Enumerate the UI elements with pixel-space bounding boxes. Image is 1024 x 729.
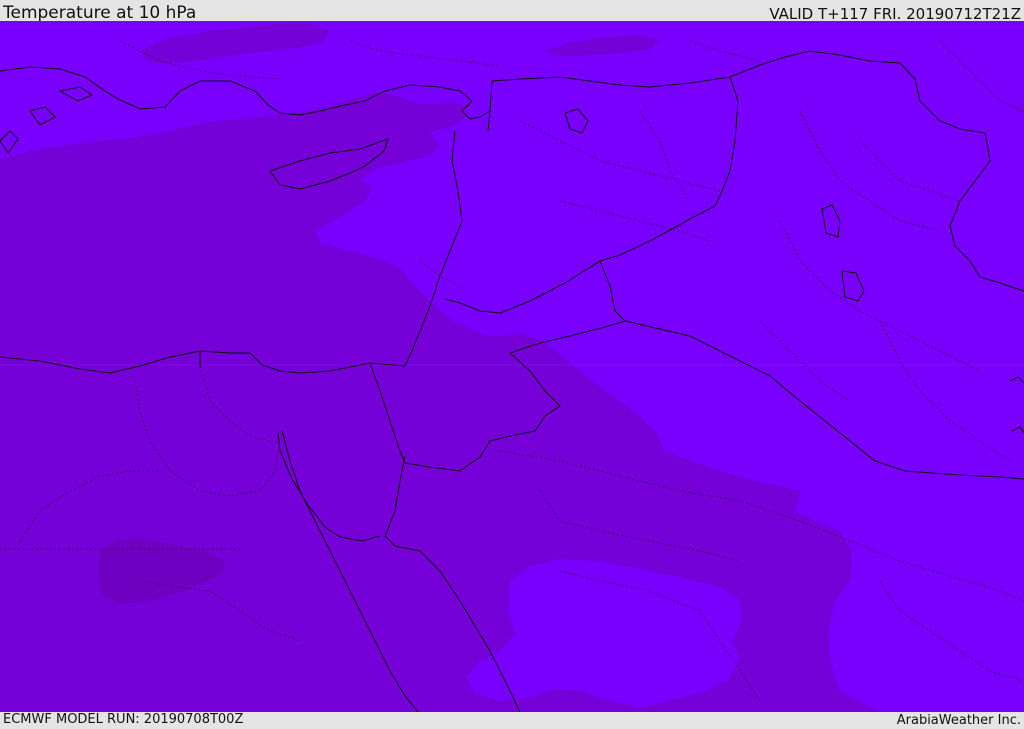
map-svg [0,21,1024,712]
credit-label: ArabiaWeather Inc. [896,713,1021,728]
header-bar: Temperature at 10 hPa VALID T+117 FRI. 2… [0,0,1024,23]
map-canvas[interactable] [0,21,1024,712]
footer-bar: ECMWF MODEL RUN: 20190708T00Z ArabiaWeat… [0,712,1024,729]
map-title: Temperature at 10 hPa [3,3,197,23]
model-run-label: ECMWF MODEL RUN: 20190708T00Z [3,712,244,727]
